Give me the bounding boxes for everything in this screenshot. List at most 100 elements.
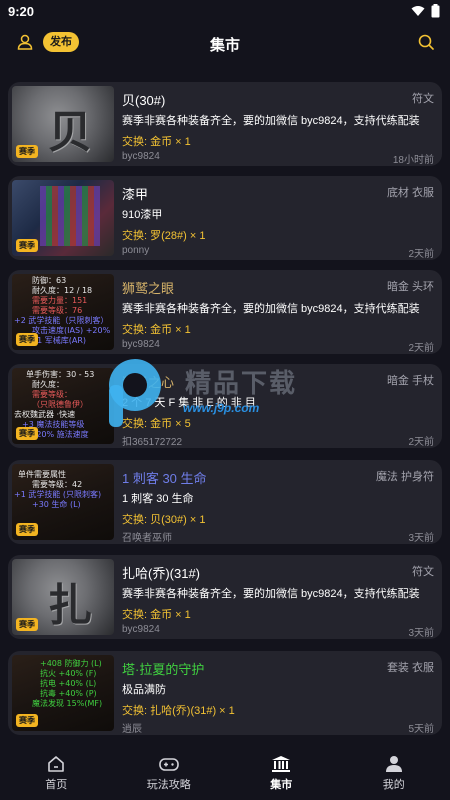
listing-title: 1 刺客 30 生命 bbox=[122, 471, 207, 486]
listing-user: 召唤者巫师 bbox=[122, 533, 172, 544]
tab-profile[interactable]: 我的 bbox=[349, 755, 439, 792]
listing-time: 18小时前 bbox=[392, 155, 434, 166]
listing-user: byc9824 bbox=[122, 624, 160, 635]
listing-tags: 符文 bbox=[412, 93, 434, 105]
thumb-line: 抗毒 +40% (P) bbox=[40, 689, 97, 698]
listing-tags: 暗金 手杖 bbox=[386, 375, 434, 387]
user-icon[interactable] bbox=[17, 34, 33, 50]
app-header: 发布 集市 bbox=[0, 22, 450, 66]
season-badge: 赛季 bbox=[16, 714, 38, 727]
wifi-icon bbox=[411, 6, 425, 16]
listing-trade: 交换: 金币 × 1 bbox=[122, 136, 191, 148]
listing-title: 狮子之心 bbox=[122, 375, 175, 390]
listing-card[interactable]: 贝 赛季 贝(30#) 符文 赛季非赛各种装备齐全，要的加微信 byc9824，… bbox=[8, 82, 442, 166]
listing-time: 3天前 bbox=[408, 533, 434, 544]
thumb-line: 抗火 +40% (F) bbox=[40, 669, 97, 678]
status-icons bbox=[411, 4, 440, 18]
inventory-grid bbox=[40, 186, 100, 246]
thumb-line: 11 军械库(AR) bbox=[32, 336, 86, 345]
status-bar: 9:20 bbox=[0, 0, 450, 22]
thumb-line: 需要等级： bbox=[32, 390, 72, 399]
listing-thumbnail: 贝 赛季 bbox=[12, 86, 114, 162]
listing-description: 2 个 7 天 F 集 非 E 的 非 目 bbox=[122, 397, 256, 409]
thumb-line: 耐久度： bbox=[32, 380, 64, 389]
tab-label: 我的 bbox=[382, 778, 405, 791]
thumb-line: 需要等级：42 bbox=[32, 480, 83, 489]
listing-user: byc9824 bbox=[122, 151, 160, 162]
season-badge: 赛季 bbox=[16, 618, 38, 631]
thumb-line: 单手伤害：30 - 53 bbox=[26, 370, 95, 379]
listing-time: 2天前 bbox=[408, 343, 434, 354]
thumb-line: 需要力量：151 bbox=[32, 296, 88, 305]
listing-card[interactable]: 扎 赛季 扎哈(乔)(31#) 符文 赛季非赛各种装备齐全，要的加微信 byc9… bbox=[8, 555, 442, 639]
listing-trade: 交换: 金币 × 5 bbox=[122, 418, 191, 430]
listing-title: 扎哈(乔)(31#) bbox=[122, 566, 201, 581]
thumb-line: 魔法发现 15%(MF) bbox=[32, 699, 103, 708]
publish-button[interactable]: 发布 bbox=[43, 32, 79, 52]
thumb-line: +30 生命 (L) bbox=[32, 500, 81, 509]
listing-thumbnail: 扎 赛季 bbox=[12, 559, 114, 635]
listing-thumbnail: +408 防御力 (L) 抗火 +40% (F) 抗电 +40% (L) 抗毒 … bbox=[12, 655, 114, 731]
listing-card[interactable]: 防御：63 耐久度：12 / 18 需要力量：151 需要等级：76 +2 武学… bbox=[8, 270, 442, 354]
status-time: 9:20 bbox=[8, 3, 35, 19]
listing-title: 塔·拉夏的守护 bbox=[122, 662, 205, 677]
listing-description: 910漆甲 bbox=[122, 209, 163, 221]
page-title: 集市 bbox=[209, 36, 240, 54]
listing-trade: 交换: 扎哈(乔)(31#) × 1 bbox=[122, 705, 235, 717]
listing-time: 5天前 bbox=[408, 724, 434, 735]
listing-list: 贝 赛季 贝(30#) 符文 赛季非赛各种装备齐全，要的加微信 byc9824，… bbox=[0, 80, 450, 746]
tab-label: 集市 bbox=[270, 778, 293, 791]
listing-thumbnail: 防御：63 耐久度：12 / 18 需要力量：151 需要等级：76 +2 武学… bbox=[12, 274, 114, 350]
thumb-line: +2 武学技能（只限刺客） bbox=[14, 316, 109, 325]
listing-description: 赛季非赛各种装备齐全，要的加微信 byc9824，支持代练配装 bbox=[122, 303, 420, 315]
thumb-line: 防御：63 bbox=[32, 276, 67, 285]
season-badge: 赛季 bbox=[16, 145, 38, 158]
listing-card[interactable]: 单件需要属性 需要等级：42 +1 武学技能 (只限刺客) +30 生命 (L)… bbox=[8, 460, 442, 544]
thumb-line: 单件需要属性 bbox=[18, 470, 66, 479]
listing-card[interactable]: +408 防御力 (L) 抗火 +40% (F) 抗电 +40% (L) 抗毒 … bbox=[8, 651, 442, 735]
bottom-tabbar: 首页 玩法攻略 集市 我的 bbox=[0, 746, 450, 800]
listing-tags: 套装 衣服 bbox=[386, 662, 434, 674]
tab-guides[interactable]: 玩法攻略 bbox=[124, 755, 214, 792]
tab-home[interactable]: 首页 bbox=[11, 755, 101, 792]
thumb-line: 需要等级：76 bbox=[32, 306, 83, 315]
listing-card[interactable]: 赛季 漆甲 底材 衣服 910漆甲 交换: 罗(28#) × 1 ponny 2… bbox=[8, 176, 442, 260]
listing-time: 3天前 bbox=[408, 628, 434, 639]
listing-description: 极品满防 bbox=[122, 684, 166, 696]
listing-card[interactable]: 单手伤害：30 - 53 耐久度： 需要等级： （只限德鲁伊） 去权魏武器 ·快… bbox=[8, 364, 442, 448]
listing-thumbnail: 单手伤害：30 - 53 耐久度： 需要等级： （只限德鲁伊） 去权魏武器 ·快… bbox=[12, 368, 114, 444]
thumb-line: （只限德鲁伊） bbox=[32, 400, 88, 409]
thumb-line: +1 武学技能 (只限刺客) bbox=[14, 490, 102, 499]
search-icon[interactable] bbox=[418, 34, 434, 50]
listing-title: 贝(30#) bbox=[122, 93, 166, 108]
tab-market[interactable]: 集市 bbox=[236, 755, 326, 792]
listing-tags: 暗金 头环 bbox=[386, 281, 434, 293]
listing-trade: 交换: 金币 × 1 bbox=[122, 609, 191, 621]
listing-title: 狮鹫之眼 bbox=[122, 281, 175, 296]
thumb-line: 抗电 +40% (L) bbox=[40, 679, 97, 688]
listing-trade: 交换: 金币 × 1 bbox=[122, 324, 191, 336]
listing-thumbnail: 赛季 bbox=[12, 180, 114, 256]
listing-user: 逍辰 bbox=[122, 724, 142, 735]
rune-glyph: 贝 bbox=[48, 108, 92, 157]
season-badge: 赛季 bbox=[16, 427, 38, 440]
season-badge: 赛季 bbox=[16, 333, 38, 346]
battery-icon bbox=[431, 4, 440, 18]
listing-user: byc9824 bbox=[122, 339, 160, 350]
listing-tags: 符文 bbox=[412, 566, 434, 578]
listing-trade: 交换: 贝(30#) × 1 bbox=[122, 514, 206, 526]
listing-description: 1 刺客 30 生命 bbox=[122, 493, 194, 505]
listing-tags: 魔法 护身符 bbox=[375, 471, 434, 483]
gamepad-icon bbox=[158, 757, 179, 771]
bank-icon bbox=[272, 755, 291, 772]
thumb-line: 耐久度：12 / 18 bbox=[32, 286, 93, 295]
tab-label: 玩法攻略 bbox=[146, 778, 191, 791]
season-badge: 赛季 bbox=[16, 523, 38, 536]
listing-tags: 底材 衣服 bbox=[386, 187, 434, 199]
listing-user: ponny bbox=[122, 245, 150, 256]
listing-user: 扣365172722 bbox=[122, 437, 183, 448]
listing-trade: 交换: 罗(28#) × 1 bbox=[122, 230, 206, 242]
listing-title: 漆甲 bbox=[122, 187, 149, 202]
listing-thumbnail: 单件需要属性 需要等级：42 +1 武学技能 (只限刺客) +30 生命 (L)… bbox=[12, 464, 114, 540]
listing-time: 2天前 bbox=[408, 437, 434, 448]
